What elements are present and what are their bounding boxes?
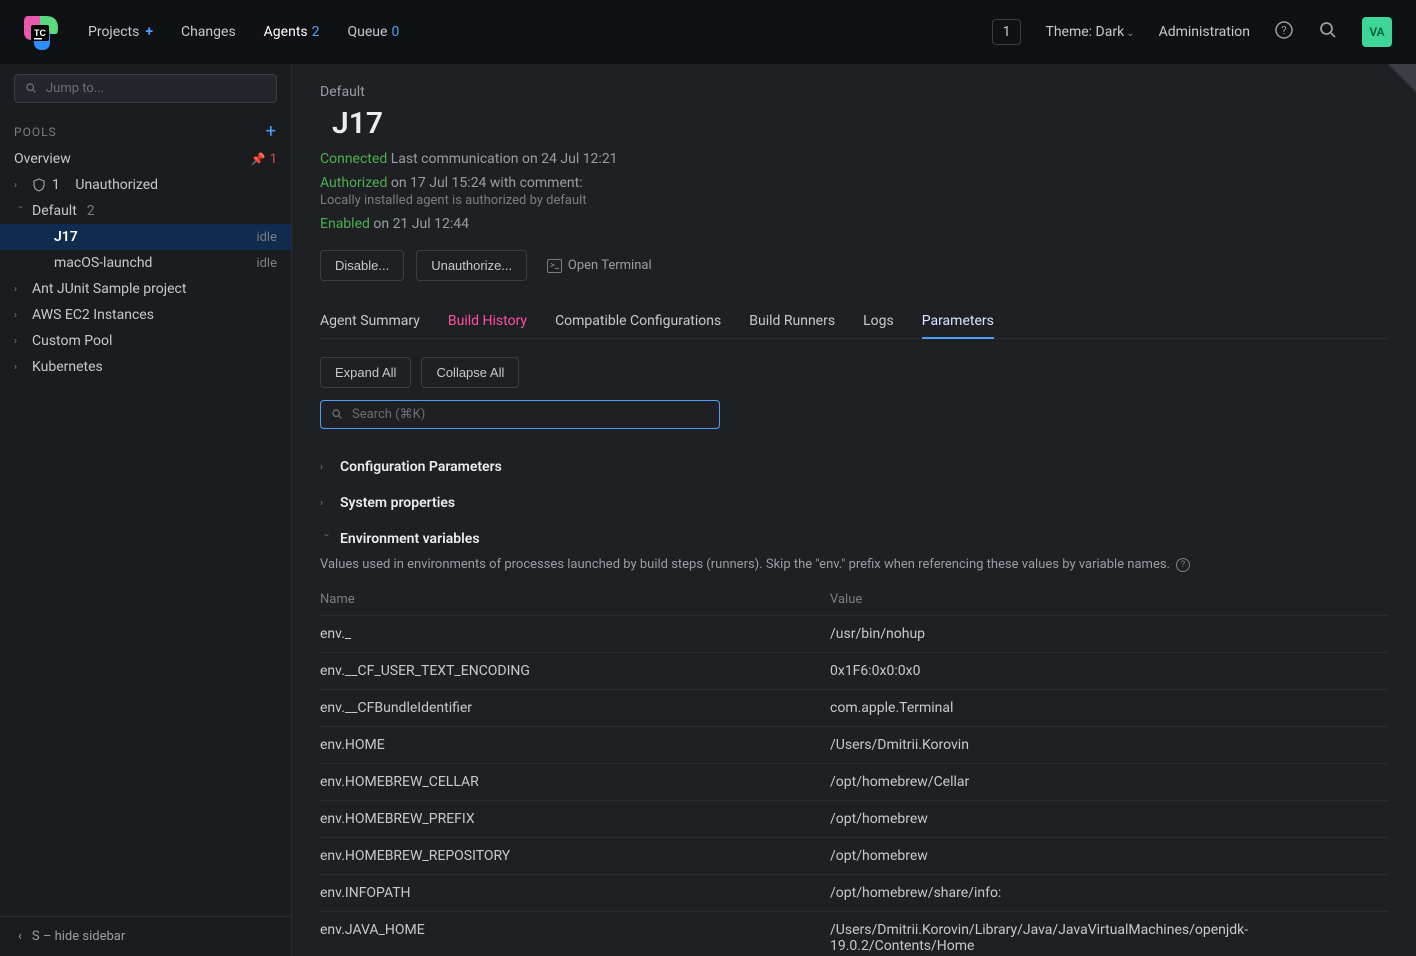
administration-link[interactable]: Administration [1159, 24, 1250, 40]
tab-compatible-configurations[interactable]: Compatible Configurations [555, 305, 721, 338]
status-enabled: Enabled on 21 Jul 12:44 [320, 216, 1388, 232]
table-row[interactable]: env.JAVA_HOME/Users/Dmitrii.Korovin/Libr… [320, 912, 1388, 956]
chevron-right-icon: › [14, 284, 26, 295]
shield-icon [32, 178, 46, 192]
sidebar-group-item[interactable]: ›Kubernetes [0, 354, 291, 380]
sidebar-group-item[interactable]: ›Ant JUnit Sample project [0, 276, 291, 302]
search-icon [331, 408, 344, 421]
chevron-down-icon: › [15, 205, 26, 217]
unauthorize-button[interactable]: Unauthorize... [416, 250, 527, 281]
svg-text:TC: TC [34, 28, 46, 38]
nav-changes[interactable]: Changes [181, 24, 236, 40]
sidebar-group-item[interactable]: ›AWS EC2 Instances [0, 302, 291, 328]
corner-handle[interactable] [1388, 64, 1416, 92]
theme-switcher[interactable]: Theme: Dark⌄ [1045, 24, 1134, 40]
table-row[interactable]: env.HOMEBREW_REPOSITORY/opt/homebrew [320, 838, 1388, 875]
chevron-right-icon: › [320, 462, 332, 473]
page-title: J17 [332, 106, 383, 141]
section-configuration-parameters[interactable]: › Configuration Parameters [320, 449, 1388, 485]
terminal-icon: >_ [547, 259, 562, 273]
chevron-right-icon: › [14, 336, 26, 347]
table-row[interactable]: env.HOMEBREW_PREFIX/opt/homebrew [320, 801, 1388, 838]
pin-icon: 📌 [251, 152, 266, 166]
tab-build-runners[interactable]: Build Runners [749, 305, 835, 338]
sidebar-unauthorized[interactable]: › 1 Unauthorized [0, 172, 291, 198]
avatar[interactable]: VA [1362, 17, 1392, 47]
topbar: TC Projects+ Changes Agents2 Queue0 1 Th… [0, 0, 1416, 64]
tab-build-history[interactable]: Build History [448, 305, 527, 338]
topbar-right: 1 Theme: Dark⌄ Administration ? VA [992, 17, 1392, 47]
search-icon[interactable] [1318, 20, 1338, 44]
nav-queue[interactable]: Queue0 [348, 24, 400, 40]
pools-header: POOLS + [0, 113, 291, 146]
sidebar-agent-item[interactable]: macOS-launchdidle [0, 250, 291, 276]
search-input[interactable]: Search (⌘K) [320, 400, 720, 429]
chevron-right-icon: › [320, 498, 332, 509]
jump-to-input[interactable]: Jump to... [14, 74, 277, 103]
section-system-properties[interactable]: › System properties [320, 485, 1388, 521]
expand-all-button[interactable]: Expand All [320, 357, 411, 388]
status-authorized: Authorized on 17 Jul 15:24 with comment:… [320, 175, 1388, 208]
chevron-left-icon: ‹ [18, 929, 22, 944]
help-icon[interactable]: ? [1274, 20, 1294, 44]
add-pool-icon[interactable]: + [266, 121, 277, 142]
status-connected: Connected Last communication on 24 Jul 1… [320, 151, 1388, 167]
table-row[interactable]: env._/usr/bin/nohup [320, 616, 1388, 653]
sidebar-default-pool[interactable]: › Default 2 [0, 198, 291, 224]
chevron-down-icon: ⌄ [1126, 28, 1134, 39]
sidebar-group-item[interactable]: ›Custom Pool [0, 328, 291, 354]
table-header-name: Name [320, 584, 830, 616]
sidebar: Jump to... POOLS + Overview 📌 1 › 1 Unau… [0, 64, 292, 956]
tab-logs[interactable]: Logs [863, 305, 894, 338]
chevron-down-icon: › [321, 533, 332, 545]
chevron-right-icon: › [14, 310, 26, 321]
app-logo[interactable]: TC [20, 12, 60, 52]
table-header-value: Value [830, 584, 1388, 616]
help-icon[interactable]: ? [1176, 558, 1190, 572]
running-counter[interactable]: 1 [992, 19, 1022, 45]
tab-parameters[interactable]: Parameters [922, 305, 994, 339]
search-icon [25, 82, 38, 95]
nav-agents[interactable]: Agents2 [264, 24, 320, 40]
section-environment-variables[interactable]: › Environment variables [320, 521, 1388, 557]
sidebar-agent-item[interactable]: J17idle [0, 224, 291, 250]
chevron-right-icon: › [14, 362, 26, 373]
tab-agent-summary[interactable]: Agent Summary [320, 305, 420, 338]
collapse-all-button[interactable]: Collapse All [421, 357, 519, 388]
open-terminal-link[interactable]: >_ Open Terminal [547, 258, 651, 273]
page-title-row: J17 [320, 106, 1388, 141]
plus-icon[interactable]: + [145, 24, 153, 40]
content: Default J17 Connected Last communication… [292, 64, 1416, 956]
table-row[interactable]: env.HOME/Users/Dmitrii.Korovin [320, 727, 1388, 764]
sidebar-overview[interactable]: Overview 📌 1 [0, 146, 291, 172]
table-row[interactable]: env.HOMEBREW_CELLAR/opt/homebrew/Cellar [320, 764, 1388, 801]
svg-text:?: ? [1281, 24, 1286, 37]
sidebar-footer[interactable]: ‹ S – hide sidebar [0, 916, 291, 956]
table-row[interactable]: env.__CF_USER_TEXT_ENCODING0x1F6:0x0:0x0 [320, 653, 1388, 690]
tabs: Agent Summary Build History Compatible C… [320, 305, 1388, 339]
table-row[interactable]: env.INFOPATH/opt/homebrew/share/info: [320, 875, 1388, 912]
chevron-right-icon: › [14, 180, 26, 191]
disable-button[interactable]: Disable... [320, 250, 404, 281]
env-table: Name Value env._/usr/bin/nohupenv.__CF_U… [320, 584, 1388, 956]
env-description: Values used in environments of processes… [320, 557, 1388, 572]
main-nav: Projects+ Changes Agents2 Queue0 [88, 24, 399, 40]
breadcrumb[interactable]: Default [320, 84, 1388, 100]
nav-projects[interactable]: Projects+ [88, 24, 153, 40]
table-row[interactable]: env.__CFBundleIdentifiercom.apple.Termin… [320, 690, 1388, 727]
